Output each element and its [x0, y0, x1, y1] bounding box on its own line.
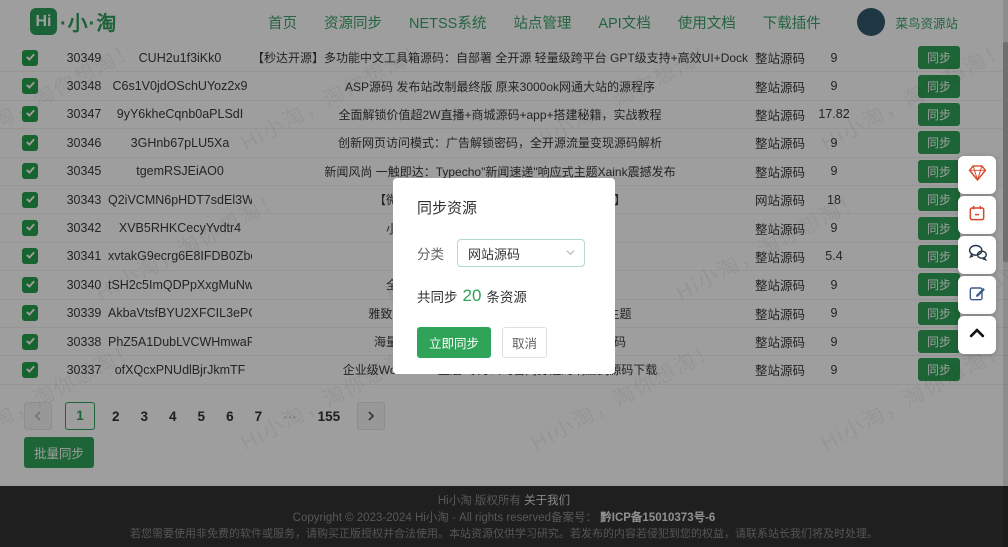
- sync-resource-dialog: 同步资源 分类 网站源码 共同步 20 条资源 立即同步 取消: [393, 178, 615, 374]
- edit-button[interactable]: [958, 276, 996, 314]
- dialog-title: 同步资源: [417, 197, 591, 218]
- chat-button[interactable]: [958, 236, 996, 274]
- summary-suffix: 条资源: [486, 286, 527, 306]
- gem-button[interactable]: [958, 156, 996, 194]
- cancel-button[interactable]: 取消: [502, 327, 547, 358]
- chat-icon: [967, 242, 988, 268]
- summary-prefix: 共同步: [417, 286, 458, 306]
- edit-icon: [967, 283, 987, 308]
- category-selected-value: 网站源码: [468, 244, 520, 263]
- sync-count: 20: [463, 286, 482, 306]
- back-to-top-button[interactable]: [958, 316, 996, 354]
- calendar-icon: [967, 203, 987, 228]
- category-label: 分类: [417, 243, 444, 263]
- gem-icon: [967, 162, 988, 188]
- dialog-actions: 立即同步 取消: [417, 327, 591, 358]
- scrollbar-thumb[interactable]: [1003, 42, 1008, 262]
- category-select[interactable]: 网站源码: [457, 239, 585, 267]
- sync-summary: 共同步 20 条资源: [417, 286, 591, 306]
- page: Hi ·小·淘 首页资源同步NETSS系统站点管理API文档使用文档下载插件 菜…: [0, 0, 1008, 547]
- calendar-button[interactable]: [958, 196, 996, 234]
- confirm-sync-button[interactable]: 立即同步: [417, 327, 491, 358]
- chevron-down-icon: [565, 246, 576, 261]
- floating-toolbar: [958, 156, 996, 354]
- back-to-top-icon: [967, 323, 987, 348]
- dialog-form: 分类 网站源码: [417, 239, 591, 267]
- scrollbar[interactable]: [1003, 0, 1008, 547]
